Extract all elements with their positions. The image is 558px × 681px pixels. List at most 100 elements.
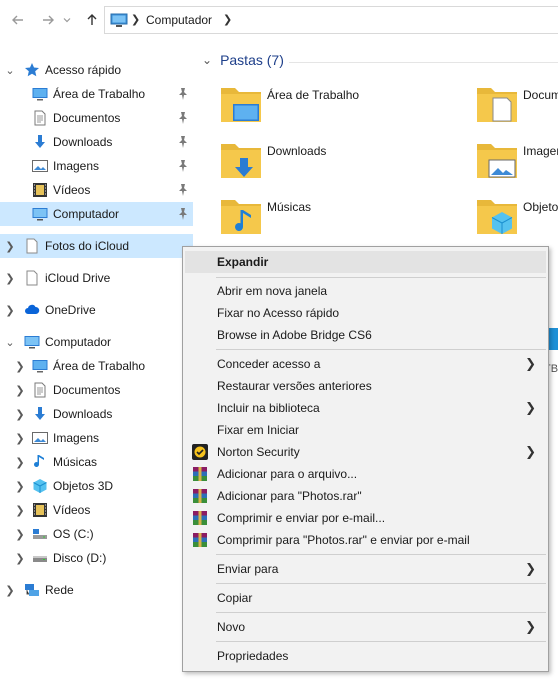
pin-icon[interactable] <box>177 135 189 149</box>
menu-item-label: Comprimir e enviar por e-mail... <box>217 511 386 525</box>
breadcrumb-chevron-icon[interactable]: ❯ <box>223 13 232 26</box>
pin-icon[interactable] <box>177 207 189 221</box>
folder-tile-desktop[interactable]: Área de Trabalho <box>219 82 459 132</box>
sidebar-item-disk-drive[interactable]: ❯ Disco (D:) <box>0 546 193 570</box>
group-divider <box>289 62 558 63</box>
sidebar-item-computer-downloads[interactable]: ❯ Downloads <box>0 402 193 426</box>
chevron-right-icon[interactable]: ❯ <box>4 240 16 253</box>
menu-item-give-access[interactable]: Conceder acesso a ❯ <box>185 353 546 375</box>
menu-item-norton-security[interactable]: Norton Security ❯ <box>185 441 546 463</box>
menu-item-label: Comprimir para "Photos.rar" e enviar por… <box>217 533 470 547</box>
sidebar-item-quick-access[interactable]: ⌄ Acesso rápido <box>0 58 193 82</box>
sidebar-item-label: OneDrive <box>45 303 96 317</box>
sidebar-item-computer-desktop[interactable]: ❯ Área de Trabalho <box>0 354 193 378</box>
chevron-right-icon[interactable]: ❯ <box>4 584 16 597</box>
chevron-right-icon[interactable]: ❯ <box>14 504 26 517</box>
menu-item-label: Browse in Adobe Bridge CS6 <box>217 328 372 342</box>
sidebar-item-network[interactable]: ❯ Rede <box>0 578 193 602</box>
chevron-down-icon[interactable]: ⌄ <box>4 64 16 77</box>
sidebar-item-icloud-photos[interactable]: ❯ Fotos do iCloud <box>0 234 193 258</box>
chevron-right-icon[interactable]: ❯ <box>4 272 16 285</box>
sidebar-item-computer-music[interactable]: ❯ Músicas <box>0 450 193 474</box>
sidebar-item-documents[interactable]: Documentos <box>0 106 193 130</box>
menu-item-label: Conceder acesso a <box>217 357 321 371</box>
arrow-up-icon[interactable] <box>82 10 102 30</box>
winrar-icon <box>192 532 208 548</box>
breadcrumb-chevron-icon[interactable]: ❯ <box>131 13 140 26</box>
menu-item-pin-quick-access[interactable]: Fixar no Acesso rápido <box>185 302 546 324</box>
breadcrumb-computer[interactable]: Computador <box>146 13 212 27</box>
arrow-right-icon[interactable] <box>38 10 58 30</box>
sidebar-item-downloads[interactable]: Downloads <box>0 130 193 154</box>
pin-icon[interactable] <box>177 159 189 173</box>
desktop-icon <box>32 358 48 374</box>
chevron-right-icon[interactable]: ❯ <box>14 552 26 565</box>
sidebar-item-computer-pictures[interactable]: ❯ Imagens <box>0 426 193 450</box>
menu-item-add-to-archive[interactable]: Adicionar para o arquivo... <box>185 463 546 485</box>
computer-icon <box>24 334 40 350</box>
menu-separator <box>216 583 546 584</box>
chevron-right-icon[interactable]: ❯ <box>14 528 26 541</box>
address-bar[interactable]: ❯ Computador ❯ <box>104 6 558 34</box>
folder-tile-pictures[interactable]: Imager <box>475 138 558 188</box>
menu-item-new[interactable]: Novo ❯ <box>185 616 546 638</box>
menu-item-label: Norton Security <box>217 445 300 459</box>
chevron-right-icon: ❯ <box>525 444 536 459</box>
chevron-right-icon[interactable]: ❯ <box>14 480 26 493</box>
sidebar-item-label: Vídeos <box>53 503 91 517</box>
chevron-down-icon[interactable]: ⌄ <box>202 53 212 67</box>
disk-drive-icon <box>32 550 48 566</box>
chevron-down-icon[interactable] <box>60 10 74 30</box>
menu-item-label: Enviar para <box>217 562 279 576</box>
chevron-right-icon[interactable]: ❯ <box>14 408 26 421</box>
folder-tile-downloads[interactable]: Downloads <box>219 138 459 188</box>
menu-item-label: Incluir na biblioteca <box>217 401 320 415</box>
sidebar-item-computer-pinned[interactable]: Computador <box>0 202 193 226</box>
menu-item-expand[interactable]: Expandir <box>185 251 546 273</box>
sidebar-item-label: iCloud Drive <box>45 271 111 285</box>
sidebar-item-desktop[interactable]: Área de Trabalho <box>0 82 193 106</box>
sidebar-item-icloud-drive[interactable]: ❯ iCloud Drive <box>0 266 193 290</box>
videos-icon <box>32 502 48 518</box>
menu-item-open-new-window[interactable]: Abrir em nova janela <box>185 280 546 302</box>
folder-tile-3d-objects[interactable]: Objetos <box>475 194 558 244</box>
menu-item-include-library[interactable]: Incluir na biblioteca ❯ <box>185 397 546 419</box>
sidebar-item-os-drive[interactable]: ❯ OS (C:) <box>0 522 193 546</box>
sidebar-item-videos[interactable]: Vídeos <box>0 178 193 202</box>
menu-item-compress-email[interactable]: Comprimir e enviar por e-mail... <box>185 507 546 529</box>
arrow-left-icon[interactable] <box>8 10 28 30</box>
folder-tile-music[interactable]: Músicas <box>219 194 459 244</box>
chevron-right-icon: ❯ <box>525 561 536 576</box>
menu-separator <box>216 554 546 555</box>
pin-icon[interactable] <box>177 87 189 101</box>
sidebar-item-label: Acesso rápido <box>45 63 122 77</box>
chevron-right-icon[interactable]: ❯ <box>14 384 26 397</box>
menu-item-compress-photos-email[interactable]: Comprimir para "Photos.rar" e enviar por… <box>185 529 546 551</box>
sidebar-item-computer-videos[interactable]: ❯ Vídeos <box>0 498 193 522</box>
menu-item-copy[interactable]: Copiar <box>185 587 546 609</box>
menu-item-properties[interactable]: Propriedades <box>185 645 546 667</box>
sidebar-item-computer-documents[interactable]: ❯ Documentos <box>0 378 193 402</box>
menu-item-send-to[interactable]: Enviar para ❯ <box>185 558 546 580</box>
sidebar-item-label: Imagens <box>53 431 100 445</box>
menu-item-add-to-photos-rar[interactable]: Adicionar para "Photos.rar" <box>185 485 546 507</box>
chevron-right-icon[interactable]: ❯ <box>14 360 26 373</box>
folder-name: Músicas <box>267 200 312 214</box>
menu-item-adobe-bridge[interactable]: Browse in Adobe Bridge CS6 <box>185 324 546 346</box>
chevron-right-icon[interactable]: ❯ <box>14 432 26 445</box>
chevron-right-icon[interactable]: ❯ <box>4 304 16 317</box>
sidebar-item-pictures[interactable]: Imagens <box>0 154 193 178</box>
sidebar-item-computer[interactable]: ⌄ Computador <box>0 330 193 354</box>
menu-item-restore-versions[interactable]: Restaurar versões anteriores <box>185 375 546 397</box>
sidebar-item-onedrive[interactable]: ❯ OneDrive <box>0 298 193 322</box>
sidebar-item-label: Objetos 3D <box>53 479 114 493</box>
menu-item-label: Fixar em Iniciar <box>217 423 300 437</box>
menu-item-pin-start[interactable]: Fixar em Iniciar <box>185 419 546 441</box>
folder-tile-documents[interactable]: Docum <box>475 82 558 132</box>
chevron-down-icon[interactable]: ⌄ <box>4 336 16 349</box>
pin-icon[interactable] <box>177 111 189 125</box>
chevron-right-icon[interactable]: ❯ <box>14 456 26 469</box>
pin-icon[interactable] <box>177 183 189 197</box>
group-header-folders[interactable]: ⌄ Pastas (7) <box>202 52 284 68</box>
sidebar-item-computer-3d-objects[interactable]: ❯ Objetos 3D <box>0 474 193 498</box>
